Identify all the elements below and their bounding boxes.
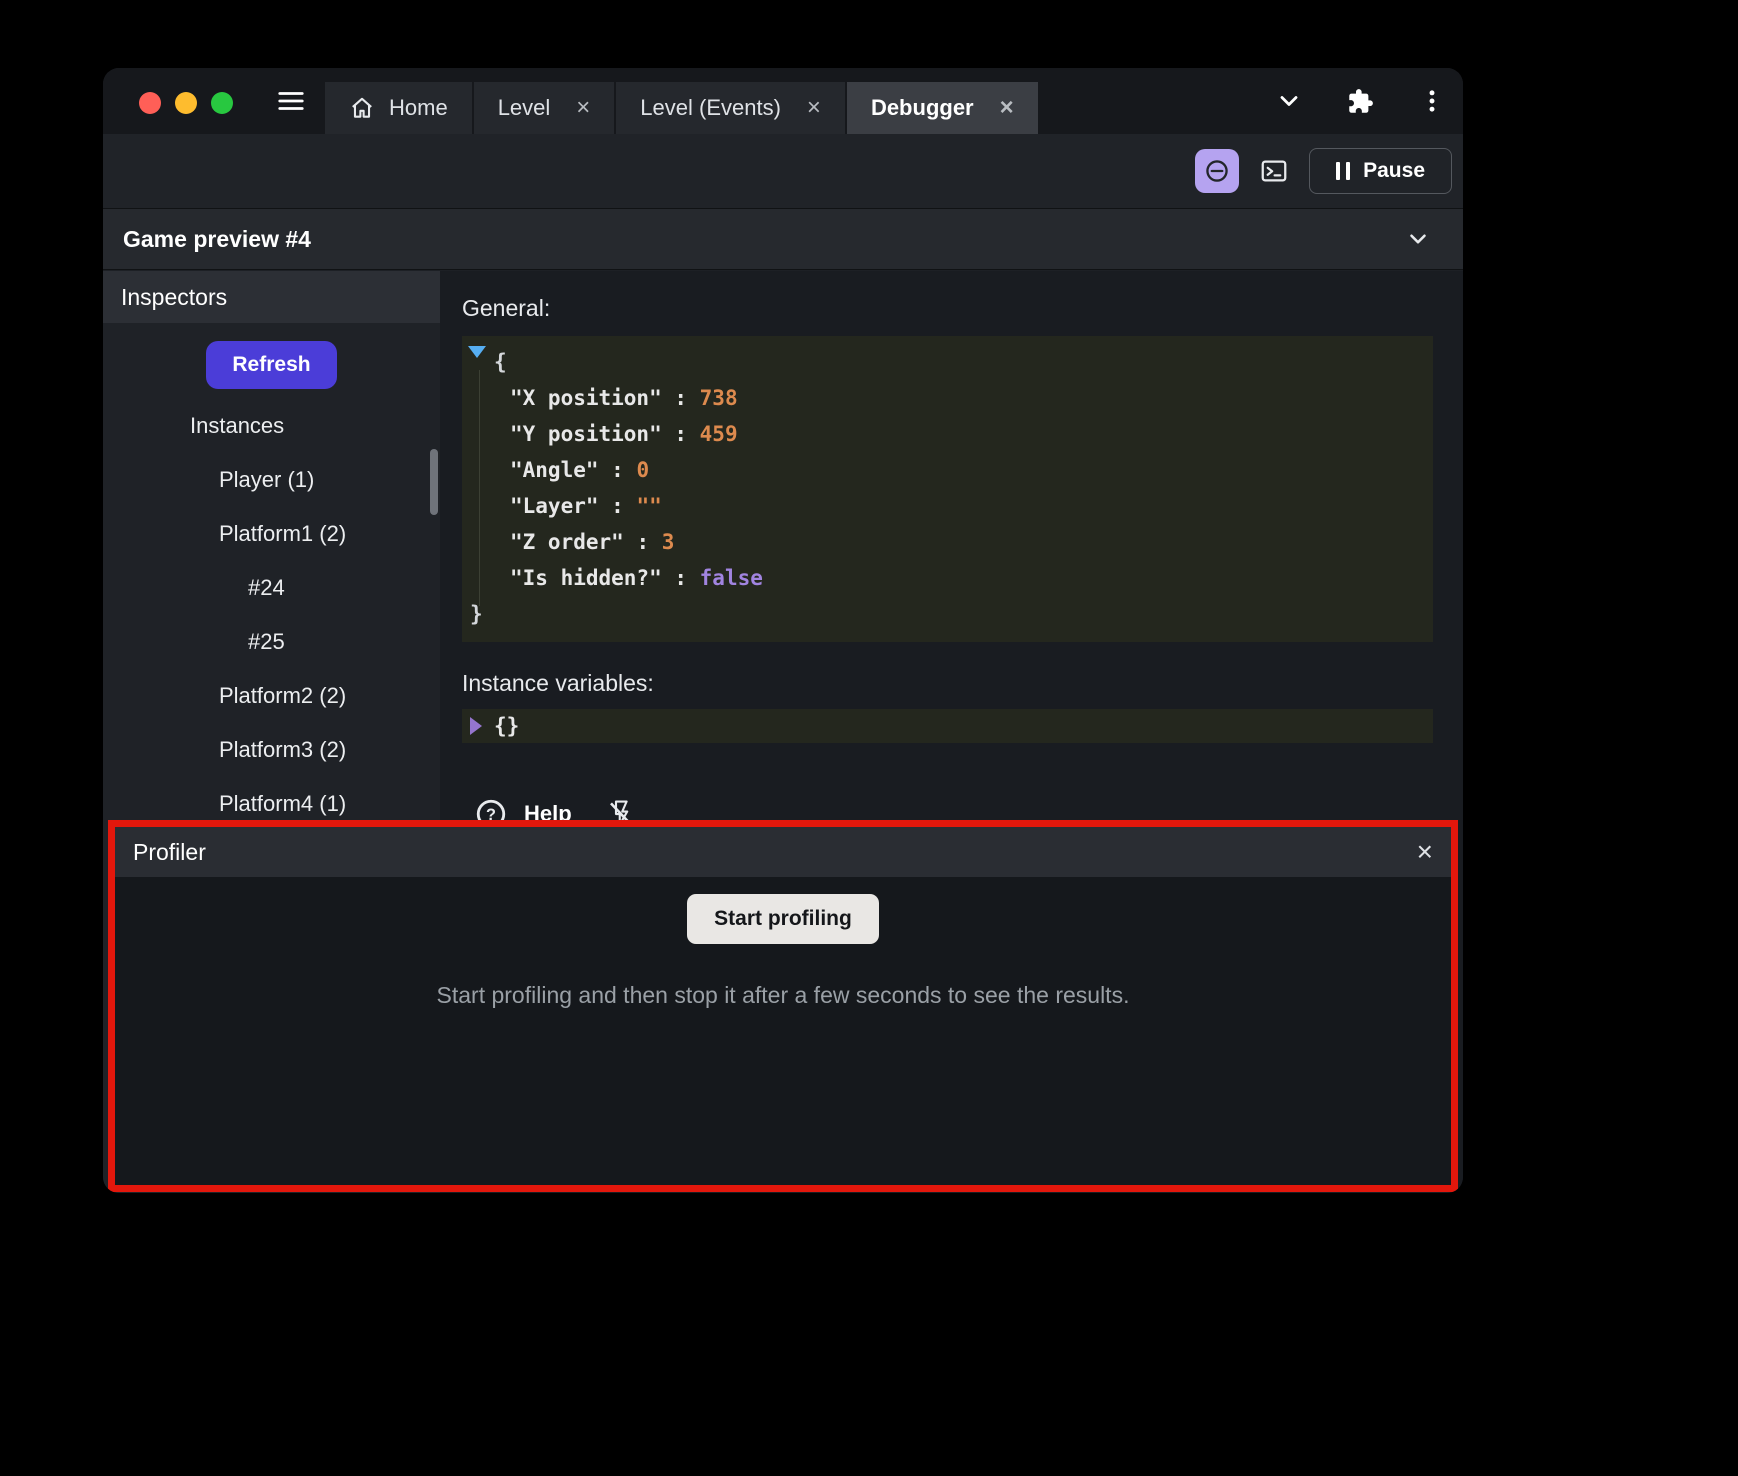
tab-level-events-label: Level (Events) <box>640 95 781 121</box>
tab-level-events[interactable]: Level (Events) × <box>616 82 845 134</box>
tab-bar: Home Level × Level (Events) × Debugger × <box>103 68 1463 134</box>
chevron-down-icon[interactable] <box>1275 87 1303 115</box>
tree-item-platform1[interactable]: Platform1 (2) <box>103 507 440 561</box>
tab-level-events-close-icon[interactable]: × <box>807 96 821 120</box>
pause-button[interactable]: Pause <box>1309 148 1452 194</box>
profiler-hint-text: Start profiling and then stop it after a… <box>437 982 1130 1009</box>
collapse-expander-icon[interactable] <box>468 346 486 358</box>
tabbar-actions <box>1275 87 1446 115</box>
window-controls <box>139 92 233 114</box>
json-line-layer: "Layer" : "" <box>462 488 1433 524</box>
home-icon <box>349 95 375 121</box>
refresh-button[interactable]: Refresh <box>206 341 336 389</box>
tab-level[interactable]: Level × <box>474 82 615 134</box>
tab-home-label: Home <box>389 95 448 121</box>
json-line-is-hidden: "Is hidden?" : false <box>462 560 1433 596</box>
profiler-title: Profiler <box>133 839 206 866</box>
tab-level-label: Level <box>498 95 551 121</box>
profiler-panel: Profiler × Start profiling Start profili… <box>108 820 1458 1192</box>
close-window-button[interactable] <box>139 92 161 114</box>
console-icon[interactable] <box>1253 150 1295 192</box>
tab-debugger-close-icon[interactable]: × <box>1000 96 1014 120</box>
screen-background: { "colors": { "accent_purple": "#4B3DD8"… <box>0 0 1738 1476</box>
tab-home[interactable]: Home <box>325 82 472 134</box>
json-line-y-position: "Y position" : 459 <box>462 416 1433 452</box>
debugger-toolbar-actions: Pause <box>1195 148 1452 194</box>
inspectors-scrollbar[interactable] <box>430 449 438 515</box>
json-line-x-position: "X position" : 738 <box>462 380 1433 416</box>
menu-icon[interactable] <box>271 84 311 118</box>
game-preview-title: Game preview #4 <box>123 226 311 253</box>
game-preview-selector[interactable]: Game preview #4 <box>103 208 1463 270</box>
start-profiling-button[interactable]: Start profiling <box>687 894 879 944</box>
minimize-window-button[interactable] <box>175 92 197 114</box>
extensions-puzzle-icon[interactable] <box>1347 88 1374 115</box>
inspectors-title: Inspectors <box>121 284 227 311</box>
instance-variables-view: {} <box>462 709 1433 743</box>
profiler-gauge-icon[interactable] <box>1195 149 1239 193</box>
json-line-z-order: "Z order" : 3 <box>462 524 1433 560</box>
general-section-title: General: <box>462 295 1433 322</box>
tree-item-instances[interactable]: Instances <box>103 399 440 453</box>
json-close-brace: } <box>462 596 1433 632</box>
tree-item-25[interactable]: #25 <box>103 615 440 669</box>
more-options-icon[interactable] <box>1418 87 1446 115</box>
inspectors-header: Inspectors <box>103 271 440 323</box>
preview-chevron-down-icon[interactable] <box>1405 226 1431 252</box>
profiler-close-icon[interactable]: × <box>1417 838 1433 866</box>
json-line-angle: "Angle" : 0 <box>462 452 1433 488</box>
tree-item-platform3[interactable]: Platform3 (2) <box>103 723 440 777</box>
profiler-header: Profiler × <box>115 827 1451 877</box>
instances-tree: Instances Player (1) Platform1 (2) #24 #… <box>103 399 440 831</box>
indent-guide <box>479 370 480 606</box>
pause-icon <box>1336 162 1350 180</box>
general-json-view: { "X position" : 738 "Y position" : 459 … <box>462 336 1433 642</box>
tree-item-24[interactable]: #24 <box>103 561 440 615</box>
pause-button-label: Pause <box>1363 159 1425 183</box>
zoom-window-button[interactable] <box>211 92 233 114</box>
tab-level-close-icon[interactable]: × <box>576 96 590 120</box>
expand-expander-icon[interactable] <box>470 717 482 735</box>
tree-item-player[interactable]: Player (1) <box>103 453 440 507</box>
instance-variables-title: Instance variables: <box>462 670 1433 697</box>
tree-item-platform2[interactable]: Platform2 (2) <box>103 669 440 723</box>
tabs: Home Level × Level (Events) × Debugger × <box>325 82 1040 134</box>
instance-variables-value: {} <box>494 714 519 738</box>
tab-debugger[interactable]: Debugger × <box>847 82 1038 134</box>
profiler-body: Start profiling Start profiling and then… <box>115 877 1451 1185</box>
tab-debugger-label: Debugger <box>871 95 974 121</box>
debugger-toolbar: Pause <box>103 134 1463 208</box>
json-open-brace: { <box>462 344 1433 380</box>
app-window: Home Level × Level (Events) × Debugger × <box>103 68 1463 1193</box>
